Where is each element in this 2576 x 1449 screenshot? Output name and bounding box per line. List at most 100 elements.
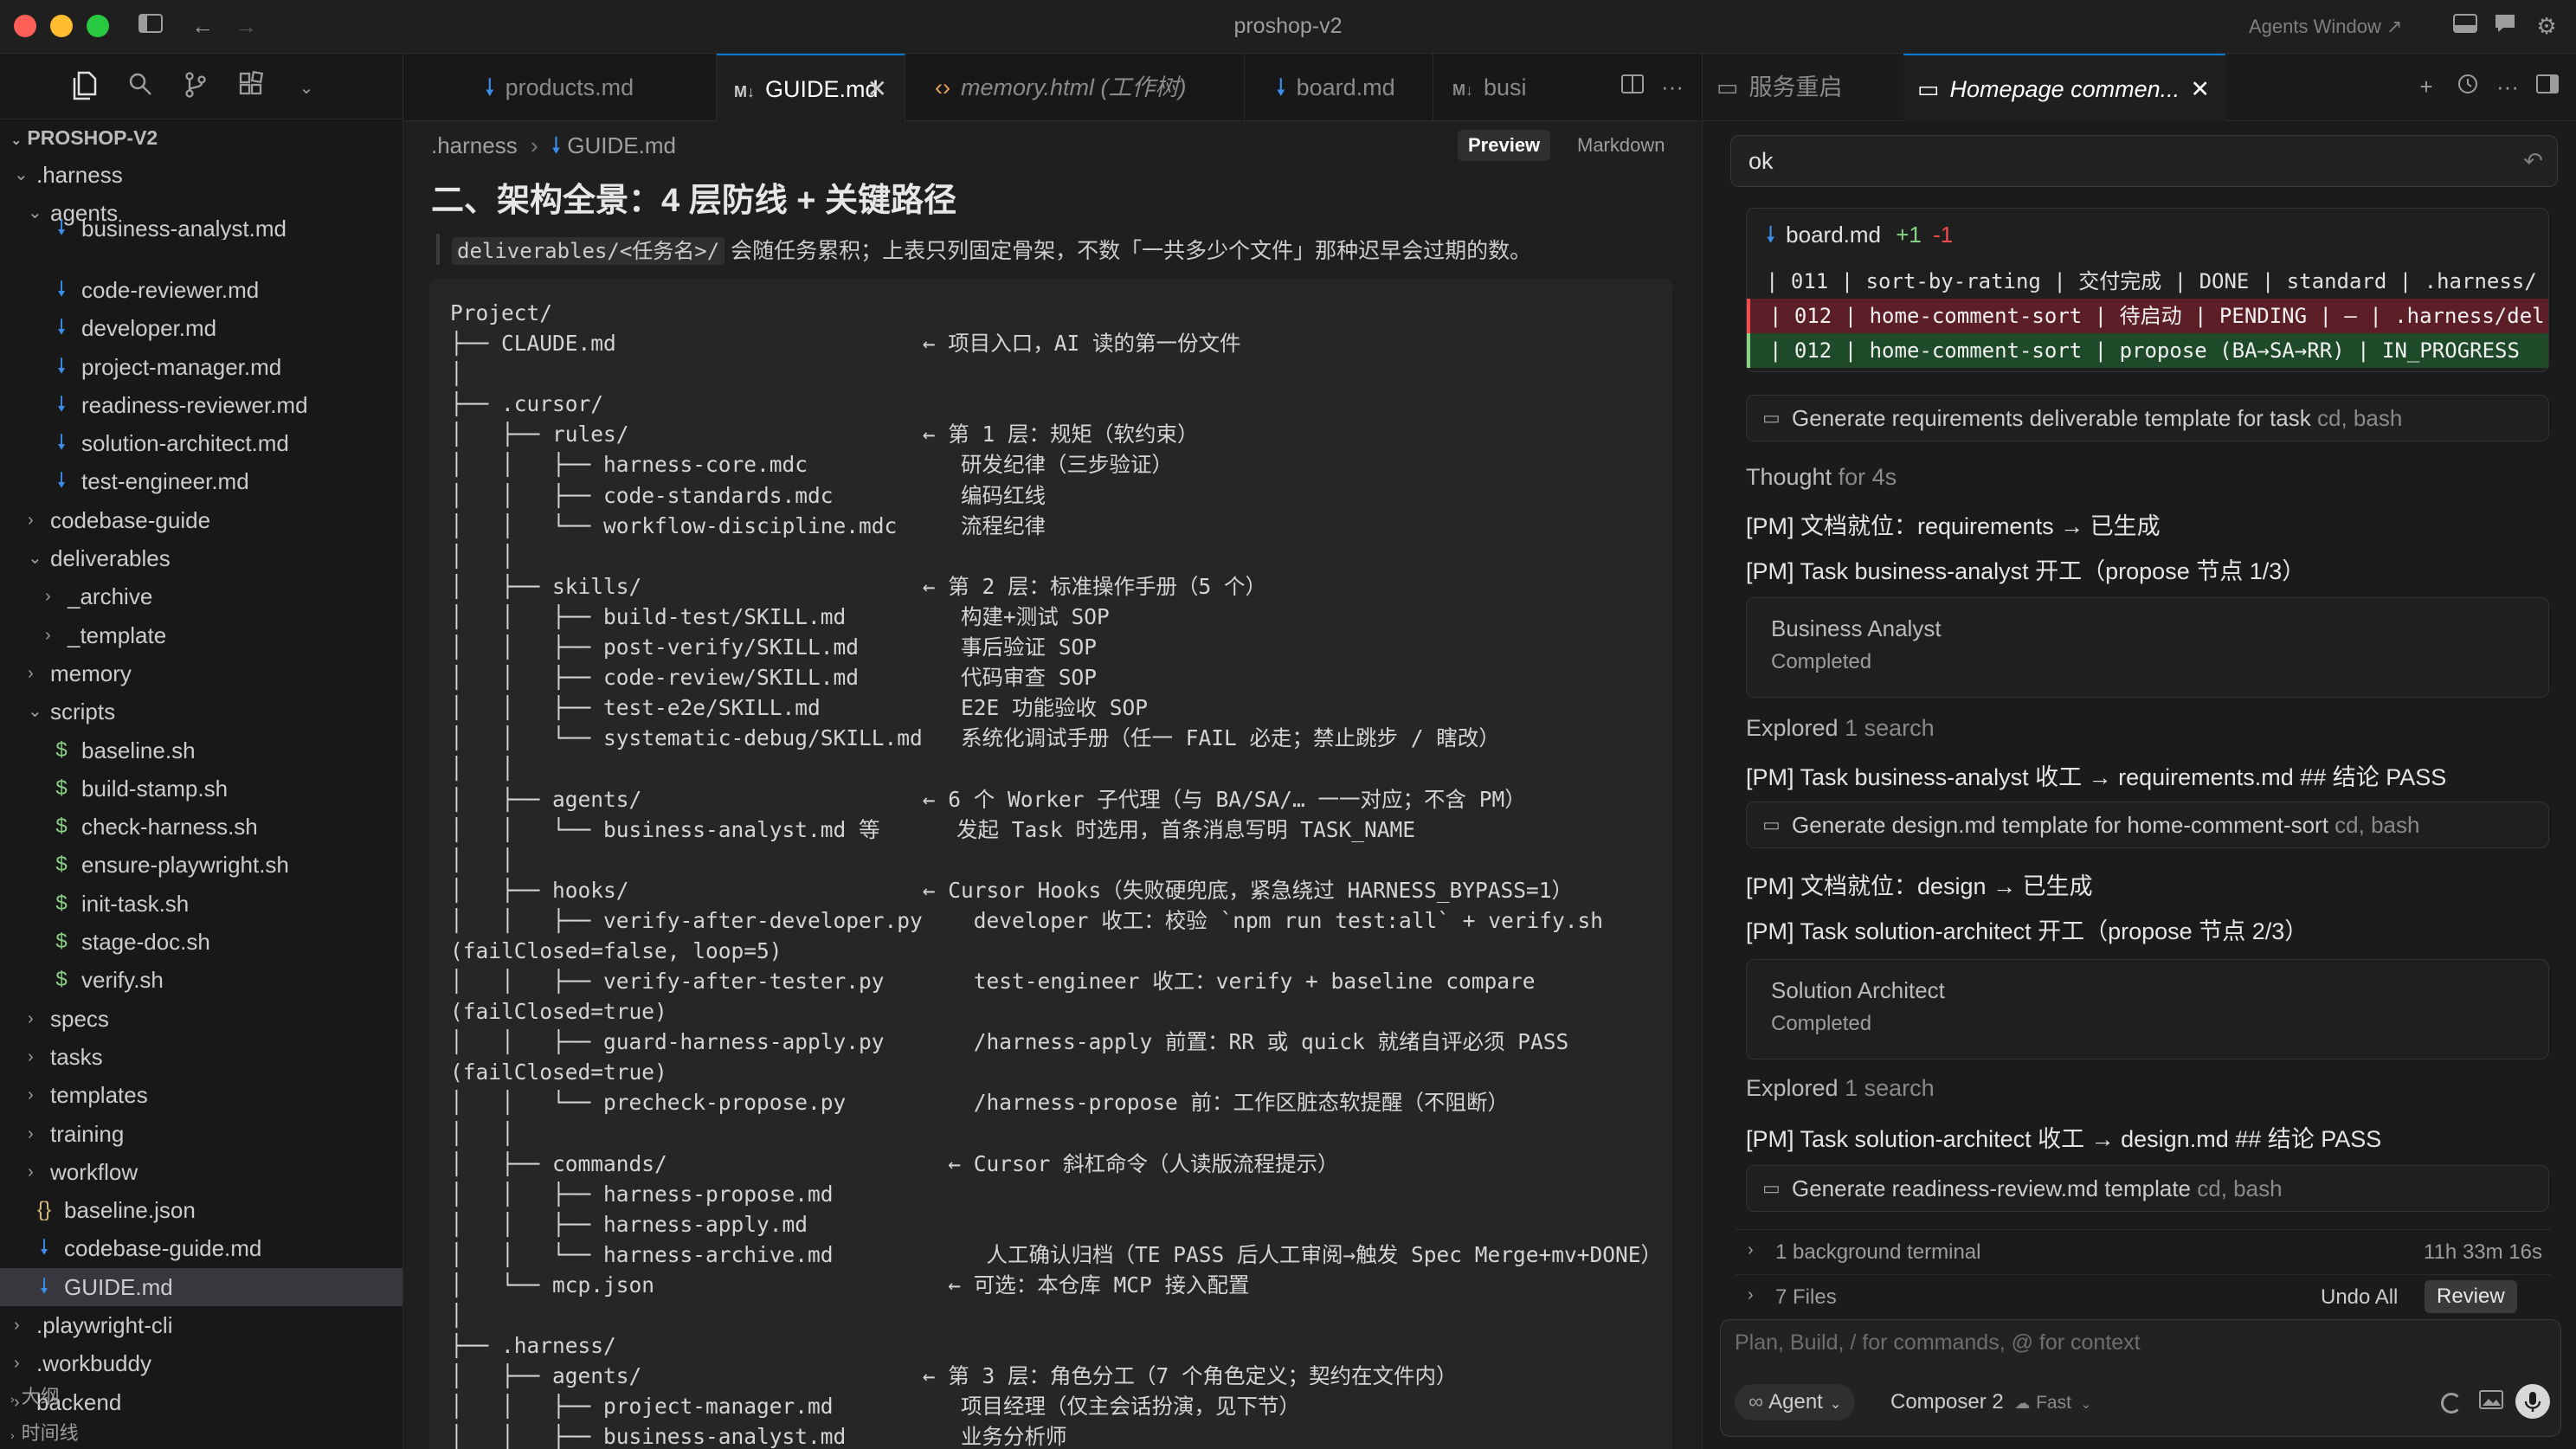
- tree-folder[interactable]: › memory: [0, 654, 402, 692]
- tree-file[interactable]: $ check-harness.sh: [0, 808, 402, 846]
- tree-file[interactable]: 🠗 developer.md: [0, 309, 402, 347]
- tree-item-label: .harness: [36, 162, 123, 188]
- tree-folder[interactable]: ⌄ deliverables: [0, 539, 402, 577]
- chevron-down-icon[interactable]: ⌄: [289, 71, 324, 106]
- tree-folder[interactable]: › _archive: [0, 577, 402, 615]
- code-block-text: Project/ ├── CLAUDE.md ← 项目入口，AI 读的第一份文件…: [450, 300, 1663, 1449]
- layout-panel-icon[interactable]: [2451, 12, 2479, 40]
- explored-indicator[interactable]: Explored 1 search: [1746, 1075, 1935, 1102]
- tree-folder[interactable]: ⌄ .harness: [0, 156, 402, 194]
- tree-folder[interactable]: ⌄ scripts: [0, 692, 402, 731]
- tree-file[interactable]: 🠗 business-analyst.md: [0, 217, 402, 240]
- agents-window-link[interactable]: Agents Window ↗: [2249, 16, 2402, 38]
- tree-file[interactable]: $ build-stamp.sh: [0, 770, 402, 808]
- agent-mode-dropdown[interactable]: ∞ Agent ⌄: [1735, 1384, 1856, 1420]
- tree-folder[interactable]: › training: [0, 1115, 402, 1153]
- changed-files-row[interactable]: › 7 Files Undo All Review: [1736, 1274, 2551, 1317]
- toggle-panel-icon[interactable]: [2534, 73, 2561, 100]
- review-button[interactable]: Review: [2425, 1280, 2517, 1313]
- close-tab-icon[interactable]: ✕: [2190, 55, 2210, 123]
- tree-file[interactable]: 🠗 code-reviewer.md: [0, 271, 402, 309]
- tab-guide-md[interactable]: M↓ GUIDE.md ✕: [717, 54, 905, 121]
- undo-all-button[interactable]: Undo All: [2321, 1285, 2398, 1310]
- tree-file[interactable]: {} baseline.json: [0, 1191, 402, 1229]
- chat-bubble-icon[interactable]: [2491, 12, 2519, 40]
- close-tab-icon[interactable]: ✕: [867, 55, 887, 121]
- more-actions-icon[interactable]: ···: [2494, 73, 2521, 100]
- tree-item-label: _template: [68, 621, 167, 648]
- history-clock-icon[interactable]: [2454, 73, 2482, 100]
- image-attach-icon[interactable]: [2479, 1389, 2503, 1416]
- tab-board-md[interactable]: 🠗 board.md: [1245, 54, 1433, 121]
- tree-file[interactable]: $ verify.sh: [0, 961, 402, 999]
- tree-file[interactable]: 🠗 solution-architect.md: [0, 424, 402, 462]
- tree-folder[interactable]: › templates: [0, 1076, 402, 1114]
- tab-memory-html[interactable]: ‹› memory.html (工作树): [905, 54, 1245, 121]
- subagent-card-business-analyst[interactable]: Business Analyst Completed: [1746, 597, 2549, 698]
- tree-folder[interactable]: › backend: [0, 1383, 402, 1421]
- tree-folder[interactable]: › codebase-guide: [0, 501, 402, 539]
- timeline-section[interactable]: › 时间线: [10, 1418, 79, 1446]
- extensions-icon[interactable]: [234, 70, 268, 106]
- tree-file[interactable]: 🠗 codebase-guide.md: [0, 1229, 402, 1267]
- message-edit-input[interactable]: ok ↶: [1730, 135, 2558, 187]
- new-chat-plus-icon[interactable]: +: [2412, 73, 2440, 100]
- tree-file[interactable]: 🠗 test-engineer.md: [0, 462, 402, 500]
- tree-folder[interactable]: › tasks: [0, 1038, 402, 1076]
- breadcrumb-file[interactable]: GUIDE.md: [567, 132, 676, 158]
- tree-file[interactable]: 🠗 GUIDE.md: [0, 1267, 402, 1306]
- tree-folder[interactable]: › .playwright-cli: [0, 1306, 402, 1344]
- model-selector[interactable]: Composer 2 ☁ Fast ⌄: [1890, 1384, 2091, 1420]
- tree-item-label: init-task.sh: [81, 890, 190, 917]
- outline-section[interactable]: › 大纲: [10, 1381, 60, 1409]
- background-terminal-row[interactable]: › 1 background terminal 11h 33m 16s: [1736, 1229, 2551, 1272]
- split-editor-icon[interactable]: [1619, 73, 1646, 100]
- explorer-files-icon[interactable]: [68, 71, 102, 106]
- undo-return-icon[interactable]: ↶: [2523, 136, 2543, 186]
- diff-header[interactable]: 🠗 board.md +1 -1: [1766, 219, 1953, 257]
- chevron-right-icon: ›: [14, 1354, 20, 1374]
- tree-folder[interactable]: › .workbuddy: [0, 1344, 402, 1382]
- preview-toggle-button[interactable]: Preview: [1458, 130, 1551, 161]
- markdown-toggle-button[interactable]: Markdown: [1567, 130, 1675, 161]
- shell-file-icon: $: [55, 930, 68, 953]
- composer-input[interactable]: Plan, Build, / for commands, @ for conte…: [1735, 1330, 2548, 1356]
- markdown-file-icon: 🠗: [56, 277, 67, 301]
- terminal-icon: ▭: [1762, 407, 1781, 428]
- microphone-icon[interactable]: [2515, 1384, 2550, 1419]
- subagent-card-solution-architect[interactable]: Solution Architect Completed: [1746, 959, 2549, 1059]
- tree-file[interactable]: 🠗 project-manager.md: [0, 348, 402, 386]
- more-actions-icon[interactable]: ···: [1658, 73, 1686, 100]
- tree-folder[interactable]: › specs: [0, 1000, 402, 1038]
- tree-file[interactable]: $ baseline.sh: [0, 731, 402, 770]
- tree-file[interactable]: 🠗 readiness-reviewer.md: [0, 386, 402, 424]
- tree-file[interactable]: $ init-task.sh: [0, 885, 402, 923]
- tab-service-restart[interactable]: ▭ 服务重启: [1703, 54, 1903, 121]
- agent-tab-bar: ▭ 服务重启 ▭ Homepage commen... ✕ + ···: [1703, 54, 2576, 121]
- agent-message: [PM] Task business-analyst 开工（propose 节点…: [1746, 558, 2306, 584]
- markdown-file-icon: 🠗: [56, 392, 67, 416]
- html-file-icon: ‹›: [935, 74, 950, 100]
- markdown-file-icon: 🠗: [1276, 74, 1286, 100]
- project-title[interactable]: ⌄ PROSHOP-V2: [10, 126, 158, 150]
- tab-business[interactable]: M↓ busi: [1433, 54, 1542, 121]
- tab-products-md[interactable]: 🠗 products.md: [403, 54, 717, 121]
- tool-call-requirements-template[interactable]: ▭ Generate requirements deliverable templ…: [1746, 395, 2549, 441]
- tool-call-design-template[interactable]: ▭ Generate design.md template for home-co…: [1746, 802, 2549, 848]
- tree-file[interactable]: $ ensure-playwright.sh: [0, 846, 402, 884]
- source-control-icon[interactable]: [178, 71, 213, 106]
- breadcrumb-folder[interactable]: .harness: [431, 132, 518, 158]
- infinity-icon: ∞: [1748, 1390, 1764, 1414]
- agent-message: [PM] Task solution-architect 收工 → design…: [1746, 1126, 2382, 1152]
- tab-homepage-comment[interactable]: ▭ Homepage commen... ✕: [1903, 54, 2225, 121]
- thought-indicator[interactable]: Thought for 4s: [1746, 464, 1897, 491]
- tree-item-label: memory: [50, 660, 132, 686]
- tree-folder[interactable]: › _template: [0, 616, 402, 654]
- tree-folder[interactable]: › workflow: [0, 1153, 402, 1191]
- search-icon[interactable]: [123, 71, 158, 106]
- settings-gear-icon[interactable]: ⚙: [2533, 12, 2560, 40]
- explored-indicator[interactable]: Explored 1 search: [1746, 715, 1935, 742]
- tool-call-readiness-template[interactable]: ▭ Generate readiness-review.md template c…: [1746, 1165, 2549, 1212]
- tree-file[interactable]: $ stage-doc.sh: [0, 923, 402, 961]
- chevron-right-icon: ›: [28, 663, 34, 683]
